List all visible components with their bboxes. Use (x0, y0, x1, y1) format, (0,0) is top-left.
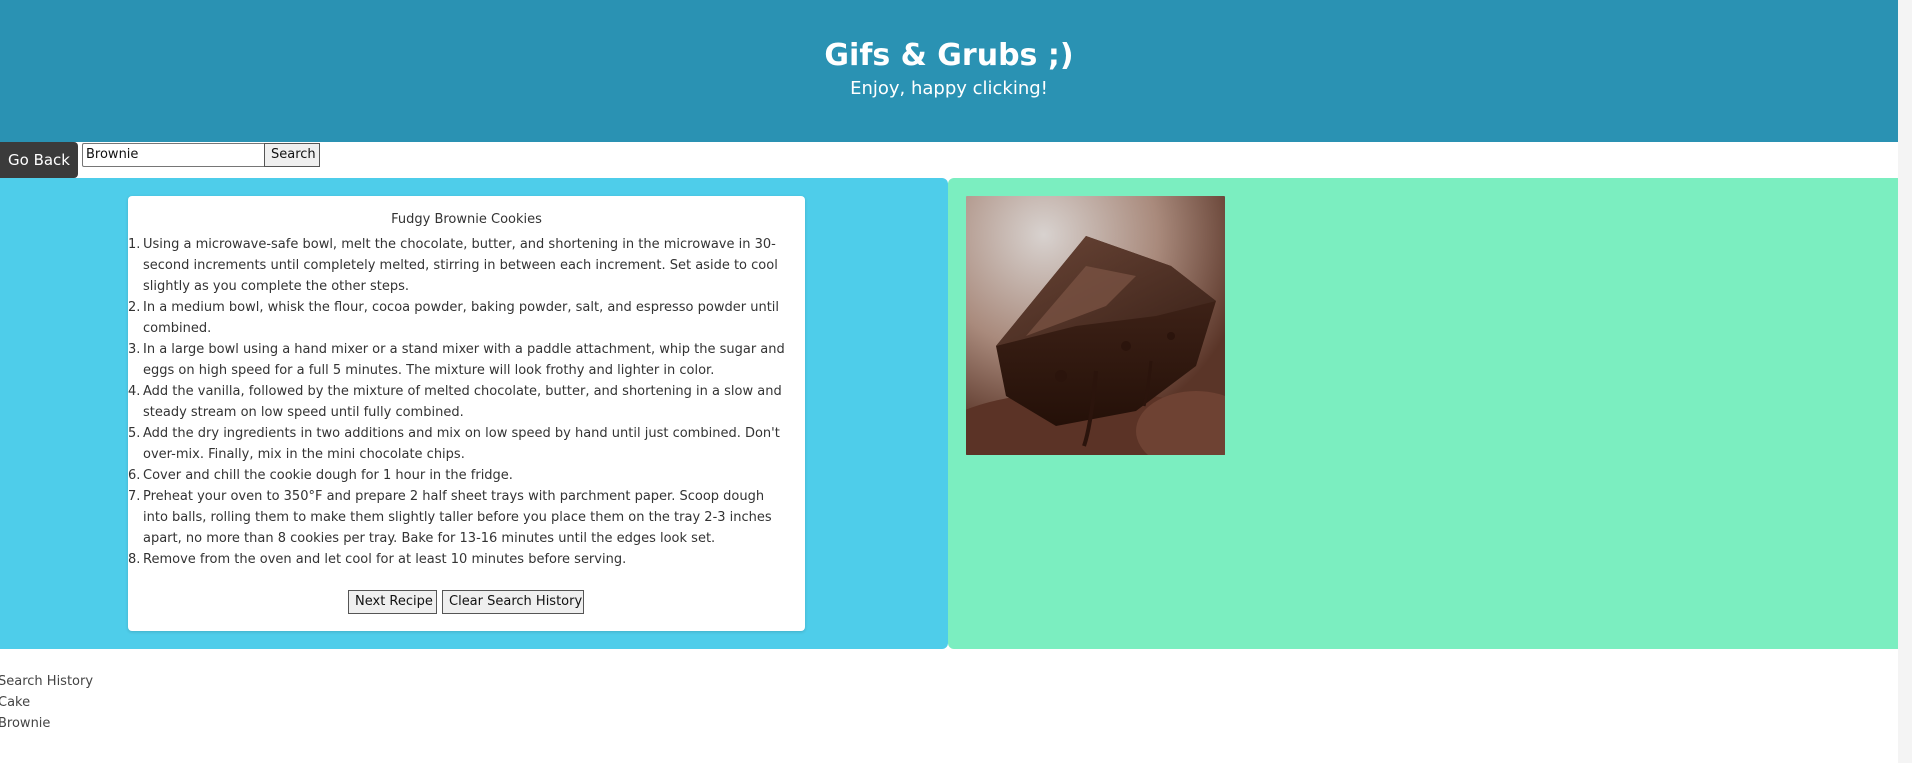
clear-history-button[interactable]: Clear Search History (442, 590, 584, 614)
step-text: In a medium bowl, whisk the flour, cocoa… (143, 300, 780, 336)
site-subtitle: Enjoy, happy clicking! (850, 78, 1048, 99)
recipe-title: Fudgy Brownie Cookies (391, 212, 542, 227)
site-header: Gifs & Grubs ;) Enjoy, happy clicking! (0, 0, 1898, 142)
step-text: Add the vanilla, followed by the mixture… (143, 384, 782, 420)
step-number: 6. (128, 468, 141, 483)
step-text: Cover and chill the cookie dough for 1 h… (143, 468, 513, 483)
recipe-step: 7. Preheat your oven to 350°F and prepare… (128, 486, 792, 549)
step-text: Preheat your oven to 350°F and prepare 2… (143, 489, 772, 546)
brownie-gif-image (966, 196, 1225, 455)
go-back-button[interactable]: Go Back (0, 142, 78, 178)
search-history-heading: Search History (0, 674, 94, 689)
recipe-step: 6. Cover and chill the cookie dough for 1… (128, 465, 792, 486)
site-title: Gifs & Grubs ;) (824, 38, 1074, 73)
recipe-card: Fudgy Brownie Cookies 1. Using a microwav… (128, 196, 805, 631)
recipe-step: 2. In a medium bowl, whisk the flour, coc… (128, 297, 792, 339)
step-text: Remove from the oven and let cool for at… (143, 552, 627, 567)
step-number: 3. (128, 342, 141, 357)
next-recipe-button[interactable]: Next Recipe (348, 590, 437, 614)
step-text: Using a microwave-safe bowl, melt the ch… (143, 237, 778, 294)
step-number: 5. (128, 426, 141, 441)
recipe-step: 1. Using a microwave-safe bowl, melt the … (128, 234, 792, 297)
step-text: Add the dry ingredients in two additions… (143, 426, 780, 462)
recipe-step: 4. Add the vanilla, followed by the mixtu… (128, 381, 792, 423)
recipe-steps: 1. Using a microwave-safe bowl, melt the … (128, 234, 792, 570)
page-scrollbar[interactable] (1898, 0, 1912, 763)
search-history-item[interactable]: Cake (0, 692, 93, 713)
recipe-step: 8. Remove from the oven and let cool for … (128, 549, 792, 570)
step-number: 2. (128, 300, 141, 315)
search-input[interactable] (82, 143, 266, 167)
step-number: 8. (128, 552, 141, 567)
step-number: 7. (128, 489, 141, 504)
search-button[interactable]: Search (264, 143, 320, 167)
recipe-step: 3. In a large bowl using a hand mixer or … (128, 339, 792, 381)
step-number: 4. (128, 384, 141, 399)
step-text: In a large bowl using a hand mixer or a … (143, 342, 785, 378)
recipe-step: 5. Add the dry ingredients in two additio… (128, 423, 792, 465)
step-number: 1. (128, 237, 141, 252)
search-history-item[interactable]: Brownie (0, 713, 93, 734)
search-history: Search History Cake Brownie (0, 671, 93, 734)
